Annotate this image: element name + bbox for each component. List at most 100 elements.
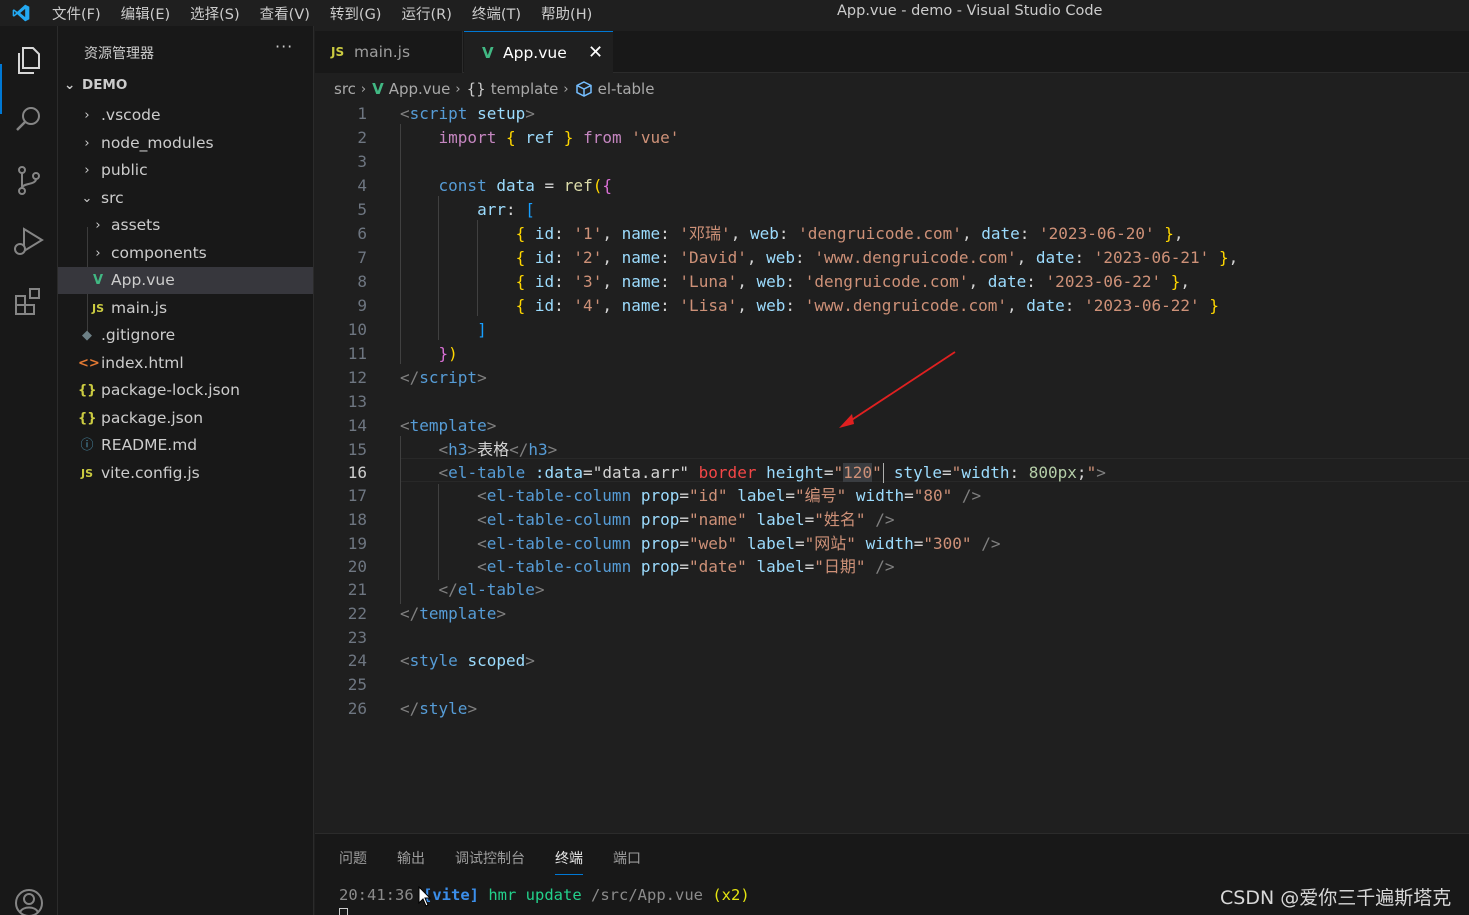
menu-run[interactable]: 运行(R) [401, 3, 451, 24]
tree-item-main-js[interactable]: JS main.js [58, 295, 313, 322]
tree-item-label: package-lock.json [101, 381, 240, 399]
close-icon[interactable]: ✕ [588, 32, 603, 74]
code-line: { id: '2', name: 'David', web: 'www.deng… [515, 248, 1239, 267]
sidebar-title: 资源管理器 [84, 46, 154, 62]
menu-file[interactable]: 文件(F) [52, 3, 101, 24]
activity-bar [0, 26, 58, 915]
tree-item-gitignore[interactable]: ◆ .gitignore [58, 322, 313, 349]
text-cursor [882, 462, 885, 483]
workspace-root[interactable]: ⌄ DEMO [64, 77, 127, 99]
menu-help[interactable]: 帮助(H) [541, 3, 592, 24]
tree-item-package-json[interactable]: {} package.json [58, 405, 313, 432]
tab-main-js[interactable]: JS main.js [315, 31, 463, 73]
js-icon: JS [331, 45, 345, 59]
editor-tab-bar: JS main.js V App.vue ✕ [315, 31, 1469, 74]
git-icon: ◆ [82, 328, 92, 343]
chevron-right-icon: › [563, 81, 569, 97]
chevron-right-icon: › [84, 163, 90, 178]
search-icon[interactable] [12, 102, 46, 136]
more-actions-icon[interactable]: ··· [275, 37, 293, 56]
chevron-right-icon: › [84, 108, 90, 123]
code-line: <el-table-column prop="web" label="网站" w… [477, 534, 1001, 553]
terminal-output-line[interactable]: 20:41:36 [vite] hmr update /src/App.vue … [339, 886, 750, 904]
explorer-icon[interactable] [12, 43, 46, 77]
menu-bar: 文件(F) 编辑(E) 选择(S) 查看(V) 转到(G) 运行(R) 终端(T… [52, 3, 612, 24]
extensions-icon[interactable] [12, 284, 46, 318]
tree-item-public[interactable]: › public [58, 157, 313, 184]
code-line-current: <el-table :data="data.arr" border height… [438, 462, 1106, 483]
account-icon[interactable] [12, 886, 46, 915]
tab-label: App.vue [503, 44, 567, 62]
panel-tabs: 问题 输出 调试控制台 终端 端口 [339, 848, 671, 875]
tree-item-app-vue[interactable]: V App.vue [58, 267, 313, 294]
source-control-icon[interactable] [12, 163, 46, 197]
tab-label: main.js [354, 43, 411, 61]
code-editor[interactable]: 1 2 3 4 5 6 7 8 9 10 11 12 13 14 15 16 17 18 19 20 21 22 23 24 2… [315, 100, 1469, 833]
tree-item-label: assets [111, 216, 161, 234]
code-line: </el-table> [438, 580, 545, 599]
breadcrumb: src › V App.vue › {} template › el-table [334, 78, 654, 100]
tree-item-label: node_modules [101, 134, 214, 152]
code-line: <script setup> [400, 104, 535, 123]
code-line: ] [477, 320, 487, 339]
code-line: { id: '4', name: 'Lisa', web: 'www.dengr… [515, 296, 1219, 315]
breadcrumb-src[interactable]: src [334, 80, 356, 98]
chevron-right-icon: › [360, 81, 367, 97]
code-line: </style> [400, 699, 478, 718]
tree-item-label: .gitignore [101, 326, 176, 344]
tree-item-index-html[interactable]: <> index.html [58, 350, 313, 377]
js-icon: JS [91, 302, 104, 315]
vue-icon: V [482, 44, 494, 62]
terminal-time: 20:41:36 [339, 886, 414, 904]
code-line: arr: [ [477, 200, 535, 219]
tab-ports[interactable]: 端口 [613, 848, 641, 875]
tab-debug-console[interactable]: 调试控制台 [455, 848, 525, 875]
tree-item-label: package.json [101, 409, 204, 427]
tree-item-src[interactable]: ⌄ src [58, 185, 313, 212]
tab-app-vue[interactable]: V App.vue ✕ [464, 31, 613, 74]
menu-view[interactable]: 查看(V) [260, 3, 310, 24]
menu-terminal[interactable]: 终端(T) [472, 3, 521, 24]
tree-item-vscode[interactable]: › .vscode [58, 102, 313, 129]
tree-item-label: public [101, 161, 148, 179]
tree-item-vite-config[interactable]: JS vite.config.js [58, 460, 313, 487]
menu-selection[interactable]: 选择(S) [190, 3, 240, 24]
tab-output[interactable]: 输出 [397, 848, 425, 875]
chevron-right-icon: › [84, 136, 90, 151]
code-line: </template> [400, 604, 506, 623]
json-icon: {} [78, 411, 97, 426]
terminal-path: /src/App.vue [591, 886, 703, 904]
vscode-logo-icon [12, 4, 30, 22]
info-icon: ⓘ [80, 438, 94, 453]
tree-item-assets[interactable]: › assets [58, 212, 313, 239]
run-debug-icon[interactable] [12, 223, 46, 257]
title-bar: 文件(F) 编辑(E) 选择(S) 查看(V) 转到(G) 运行(R) 终端(T… [0, 0, 1469, 26]
breadcrumb-app-vue[interactable]: App.vue [389, 80, 451, 98]
window-title: App.vue - demo - Visual Studio Code [837, 3, 1103, 19]
braces-icon: {} [466, 80, 486, 98]
code-line: { id: '1', name: '邓瑞', web: 'dengruicode… [515, 224, 1184, 243]
tree-item-node-modules[interactable]: › node_modules [58, 130, 313, 157]
explorer-sidebar: 资源管理器 ··· ⌄ DEMO › .vscode › node_modules… [58, 26, 314, 915]
tree-item-package-lock-json[interactable]: {} package-lock.json [58, 377, 313, 404]
menu-go[interactable]: 转到(G) [330, 3, 382, 24]
watermark: CSDN @爱你三千遍斯塔克 [1220, 887, 1452, 909]
code-line: { id: '3', name: 'Luna', web: 'dengruico… [515, 272, 1191, 291]
json-icon: {} [78, 383, 97, 398]
tree-item-label: components [111, 244, 207, 262]
tab-problems[interactable]: 问题 [339, 848, 367, 875]
code-line: const data = ref({ [438, 176, 612, 195]
tree-item-components[interactable]: › components [58, 240, 313, 267]
workspace-root-label: DEMO [82, 77, 128, 93]
mouse-pointer-icon [418, 886, 432, 907]
code-line: <el-table-column prop="id" label="编号" wi… [477, 486, 982, 505]
tree-item-readme[interactable]: ⓘ README.md [58, 432, 313, 459]
breadcrumb-template[interactable]: template [491, 80, 559, 98]
breadcrumb-el-table[interactable]: el-table [598, 80, 655, 98]
menu-edit[interactable]: 编辑(E) [121, 3, 170, 24]
tab-terminal[interactable]: 终端 [555, 848, 583, 875]
html-icon: <> [78, 356, 100, 371]
